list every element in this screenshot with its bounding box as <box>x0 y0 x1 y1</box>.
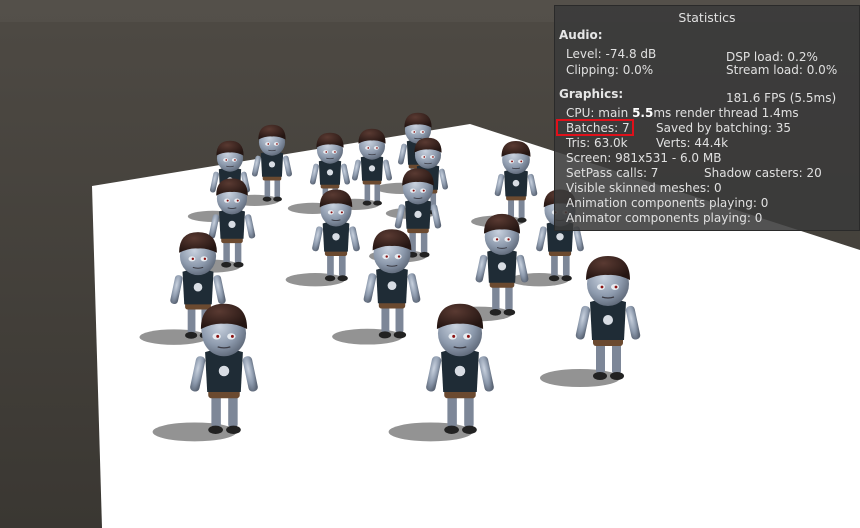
cpu-main-value: 5.5 <box>632 106 654 120</box>
tris-count: Tris: 63.0k <box>566 136 628 150</box>
animator-components: Animator components playing: 0 <box>566 211 763 225</box>
verts-count: Verts: 44.4k <box>656 136 729 150</box>
audio-clipping: Clipping: 0.0% <box>566 63 654 77</box>
screen-info: Screen: 981x531 - 6.0 MB <box>566 151 722 165</box>
shadow-casters: Shadow casters: 20 <box>704 166 822 180</box>
statistics-panel: Statistics Audio: Level: -74.8 dB DSP lo… <box>554 5 860 231</box>
saved-by-batching: Saved by batching: 35 <box>656 121 791 135</box>
statistics-title: Statistics <box>678 10 736 25</box>
animation-components: Animation components playing: 0 <box>566 196 769 210</box>
batches-count: Batches: 7 <box>566 121 630 135</box>
audio-level: Level: -74.8 dB <box>566 47 657 61</box>
audio-header: Audio: <box>559 28 603 42</box>
setpass-calls: SetPass calls: 7 <box>566 166 659 180</box>
fps-readout: 181.6 FPS (5.5ms) <box>726 91 837 105</box>
visible-skinned-meshes: Visible skinned meshes: 0 <box>566 181 722 195</box>
graphics-header: Graphics: <box>559 87 624 101</box>
dsp-load: DSP load: 0.2% <box>726 50 818 64</box>
stream-load: Stream load: 0.0% <box>726 63 838 77</box>
cpu-timing: CPU: main 5.5ms render thread 1.4ms <box>566 106 799 120</box>
